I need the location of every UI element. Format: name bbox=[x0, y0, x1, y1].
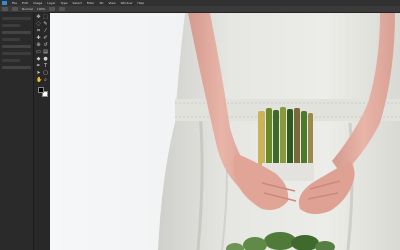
properties-panel bbox=[0, 13, 33, 250]
panel-field[interactable] bbox=[2, 31, 31, 34]
pressure-button[interactable] bbox=[59, 7, 66, 11]
gradient-icon[interactable]: ▤ bbox=[43, 50, 48, 55]
history-brush-icon[interactable]: ↺ bbox=[43, 43, 48, 48]
marquee-icon[interactable]: ⬚ bbox=[43, 15, 48, 20]
airbrush-button[interactable] bbox=[49, 7, 56, 11]
panel-row bbox=[2, 24, 20, 27]
panel-row bbox=[2, 52, 31, 55]
dodge-icon[interactable]: ● bbox=[43, 57, 48, 62]
path-select-icon[interactable]: ➤ bbox=[36, 71, 41, 76]
healing-icon[interactable]: ✚ bbox=[36, 36, 41, 41]
crop-icon[interactable]: ⌗ bbox=[36, 29, 41, 34]
blend-mode-select[interactable]: Normal bbox=[22, 7, 33, 11]
type-icon[interactable]: T bbox=[43, 64, 48, 69]
clone-icon[interactable]: ⊕ bbox=[36, 43, 41, 48]
document-canvas[interactable] bbox=[50, 13, 400, 250]
foreground-color-swatch[interactable] bbox=[38, 87, 44, 93]
panel-field[interactable] bbox=[2, 45, 31, 48]
photo-image bbox=[50, 13, 400, 250]
tools-panel: ✥ ⬚ ◌ ✎ ⌗ ⁄ ✚ ✐ ⊕ ↺ ▭ ▤ ◆ ● ✒ T ➤ ▢ ✋ ⌕ bbox=[33, 13, 51, 250]
pen-icon[interactable]: ✒ bbox=[36, 64, 41, 69]
brush-icon[interactable]: ✐ bbox=[43, 36, 48, 41]
panel-row bbox=[2, 38, 20, 41]
hand-icon[interactable]: ✋ bbox=[36, 78, 42, 83]
opacity-field[interactable]: 100% bbox=[37, 7, 46, 11]
app-logo-icon[interactable] bbox=[2, 1, 7, 5]
tool-preset-button[interactable] bbox=[2, 7, 8, 11]
options-bar: Normal 100% bbox=[0, 6, 400, 13]
move-icon[interactable]: ✥ bbox=[36, 15, 41, 20]
panel-field[interactable] bbox=[2, 66, 31, 69]
quick-select-icon[interactable]: ✎ bbox=[43, 22, 48, 27]
panel-tabs[interactable] bbox=[2, 17, 31, 20]
brush-size-button[interactable] bbox=[12, 7, 18, 11]
eyedropper-icon[interactable]: ⁄ bbox=[43, 29, 48, 34]
panel-row bbox=[2, 59, 20, 62]
blur-icon[interactable]: ◆ bbox=[36, 57, 41, 62]
zoom-icon[interactable]: ⌕ bbox=[43, 78, 48, 83]
shape-icon[interactable]: ▢ bbox=[43, 71, 48, 76]
eraser-icon[interactable]: ▭ bbox=[36, 50, 41, 55]
lasso-icon[interactable]: ◌ bbox=[36, 22, 41, 27]
